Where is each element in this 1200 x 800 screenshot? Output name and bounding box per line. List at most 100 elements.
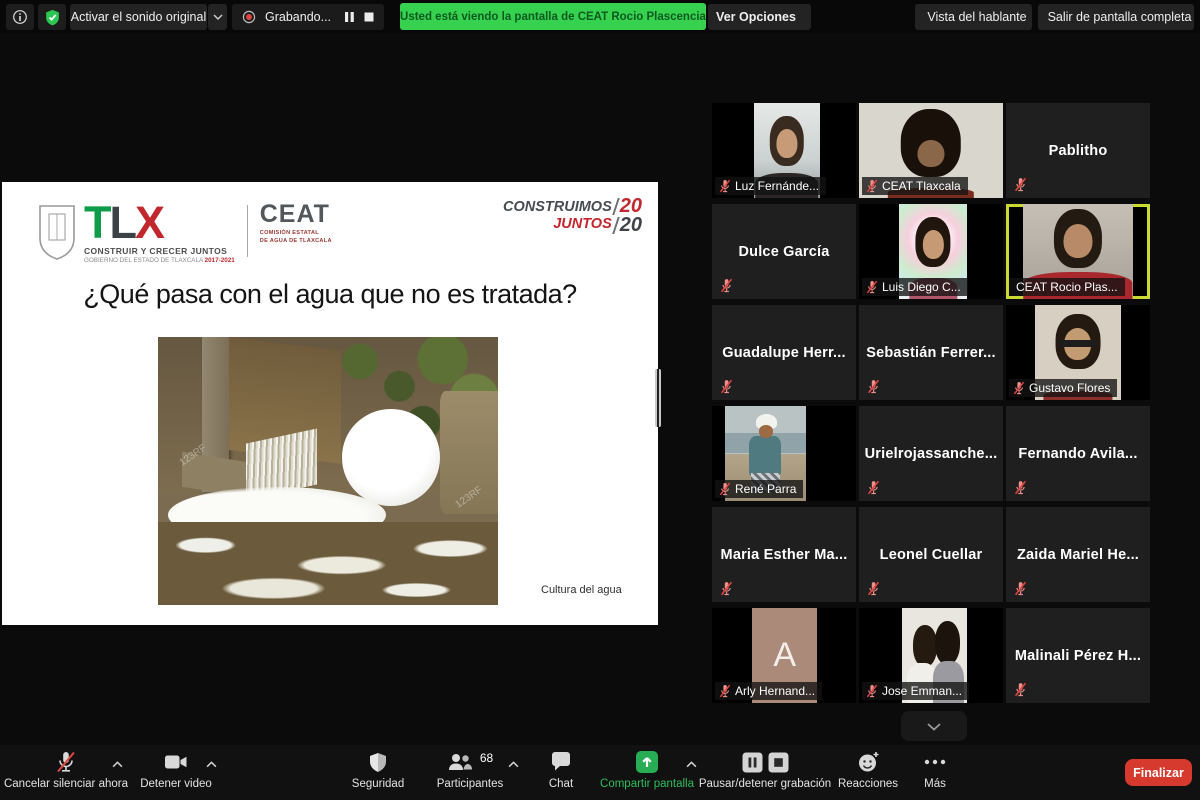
construimos-juntos-badge: CONSTRUIMOS JUNTOS 20 20: [503, 197, 642, 235]
muted-mic-icon: [867, 379, 880, 394]
muted-mic-icon: [1014, 177, 1027, 192]
info-icon: [12, 9, 28, 25]
security-button[interactable]: Seguridad: [338, 749, 418, 797]
participant-tile[interactable]: Jose Emman...: [859, 608, 1003, 703]
viewing-screen-banner: Usted está viendo la pantalla de CEAT Ro…: [400, 3, 706, 30]
share-screen-button[interactable]: Compartir pantalla: [596, 749, 698, 797]
recording-dot-icon: [242, 10, 256, 24]
muted-mic-icon: [867, 581, 880, 596]
speaker-view-button[interactable]: Vista del hablante: [915, 4, 1032, 30]
encryption-shield-button[interactable]: [38, 4, 66, 30]
bottom-toolbar: Cancelar silenciar ahora Detener video S…: [0, 745, 1200, 800]
muted-mic-icon: [720, 278, 733, 293]
photo-foam-streaks: [158, 522, 498, 605]
participants-options-caret[interactable]: [508, 761, 519, 768]
muted-mic-icon: [719, 684, 731, 698]
participant-name-tag: Gustavo Flores: [1009, 379, 1117, 397]
muted-mic-icon: [1014, 581, 1027, 596]
muted-mic-icon: [1014, 682, 1027, 697]
participant-tile[interactable]: Pablitho: [1006, 103, 1150, 198]
participant-tile[interactable]: Maria Esther Ma...: [712, 507, 856, 602]
participant-tile[interactable]: René Parra: [712, 406, 856, 501]
participant-tile[interactable]: Gustavo Flores: [1006, 305, 1150, 400]
participant-tile[interactable]: Leonel Cuellar: [859, 507, 1003, 602]
video-options-caret[interactable]: [206, 761, 217, 768]
participant-tile[interactable]: Luz Fernánde...: [712, 103, 856, 198]
chevron-down-icon: [926, 722, 942, 731]
logo-divider: [247, 205, 248, 257]
participant-name-tag: René Parra: [715, 480, 803, 498]
muted-mic-icon: [720, 581, 733, 596]
participants-count: 68: [480, 751, 493, 765]
security-shield-icon: [369, 752, 387, 773]
chat-bubble-icon: [550, 752, 572, 772]
participant-tile[interactable]: Sebastián Ferrer...: [859, 305, 1003, 400]
participant-name-tag: Luis Diego C...: [862, 278, 968, 296]
original-audio-label: Activar el sonido original: [71, 10, 207, 24]
participant-name-tag: Arly Hernand...: [715, 682, 822, 700]
participant-tile[interactable]: Guadalupe Herr...: [712, 305, 856, 400]
participants-icon: [447, 752, 473, 772]
stop-recording-icon[interactable]: [768, 752, 789, 773]
muted-mic-icon: [1013, 381, 1025, 395]
tlx-subtag: GOBIERNO DEL ESTADO DE TLAXCALA 2017-202…: [84, 257, 235, 264]
recording-label: Grabando...: [265, 10, 335, 24]
stop-video-button[interactable]: Detener video: [132, 749, 220, 797]
muted-mic-icon: [720, 379, 733, 394]
participants-button[interactable]: 68 Participantes: [420, 749, 520, 797]
participant-name-tag: Jose Emman...: [862, 682, 969, 700]
muted-mic-icon: [719, 482, 731, 496]
stop-recording-icon[interactable]: [364, 12, 374, 22]
participant-tile[interactable]: Luis Diego C...: [859, 204, 1003, 299]
meeting-info-button[interactable]: [6, 4, 34, 30]
slide-caption: Cultura del agua: [541, 584, 622, 596]
share-options-caret[interactable]: [686, 761, 697, 768]
unmute-button[interactable]: Cancelar silenciar ahora: [0, 749, 132, 797]
more-button[interactable]: Más: [906, 749, 964, 797]
photo-foam-ball: [342, 409, 441, 505]
original-audio-button[interactable]: Activar el sonido original: [70, 4, 207, 30]
reactions-smiley-icon: [857, 751, 880, 773]
participant-tile[interactable]: Fernando Avila...: [1006, 406, 1150, 501]
participant-tile[interactable]: Zaida Mariel He...: [1006, 507, 1150, 602]
participant-name-tag: CEAT Rocio Plas...: [1009, 278, 1125, 296]
participant-grid: Luz Fernánde... CEAT Tlaxcala Pablitho D…: [712, 103, 1150, 703]
recording-panel: Grabando...: [232, 4, 384, 30]
participant-name-tag: Luz Fernánde...: [715, 177, 826, 195]
participant-tile[interactable]: A Arly Hernand...: [712, 608, 856, 703]
share-scrollbar-thumb[interactable]: [655, 369, 661, 427]
end-meeting-button[interactable]: Finalizar: [1125, 759, 1192, 786]
slide-logo-block: TLX CONSTRUIR Y CRECER JUNTOS GOBIERNO D…: [36, 202, 332, 264]
muted-mic-icon: [866, 684, 878, 698]
participant-tile-active-speaker[interactable]: CEAT Rocio Plas...: [1006, 204, 1150, 299]
muted-mic-icon: [867, 480, 880, 495]
view-options-button[interactable]: Ver Opciones: [708, 4, 811, 30]
mic-muted-icon: [55, 750, 77, 774]
participant-tile[interactable]: Urielrojassanche...: [859, 406, 1003, 501]
slide-photo-wastewater: 123RF 123RF: [158, 337, 498, 605]
ceat-logo: CEAT: [260, 202, 332, 227]
chevron-down-icon: [213, 14, 223, 20]
participant-tile[interactable]: CEAT Tlaxcala: [859, 103, 1003, 198]
participant-name-tag: CEAT Tlaxcala: [862, 177, 968, 195]
participant-tile[interactable]: Dulce García: [712, 204, 856, 299]
pause-recording-icon[interactable]: [344, 11, 355, 23]
share-screen-icon: [635, 750, 659, 774]
muted-mic-icon: [719, 179, 731, 193]
pause-recording-icon[interactable]: [742, 752, 763, 773]
exit-fullscreen-button[interactable]: Salir de pantalla completa: [1038, 4, 1194, 30]
shared-screen-slide: TLX CONSTRUIR Y CRECER JUNTOS GOBIERNO D…: [2, 182, 658, 625]
participant-tile[interactable]: Malinali Pérez H...: [1006, 608, 1150, 703]
grid-scroll-down-button[interactable]: [901, 711, 967, 741]
original-audio-dropdown[interactable]: [208, 4, 227, 30]
mic-options-caret[interactable]: [112, 761, 123, 768]
video-camera-icon: [164, 753, 188, 771]
tlx-logo: TLX: [84, 202, 235, 245]
more-dots-icon: [924, 759, 946, 765]
top-bar: Activar el sonido original Grabando... U…: [0, 0, 1200, 33]
pause-stop-recording-button[interactable]: Pausar/detener grabación: [698, 749, 832, 797]
reactions-button[interactable]: Reacciones: [830, 749, 906, 797]
tlx-tagline: CONSTRUIR Y CRECER JUNTOS: [84, 246, 235, 256]
chat-button[interactable]: Chat: [528, 749, 594, 797]
tlx-crest-icon: [36, 204, 78, 260]
